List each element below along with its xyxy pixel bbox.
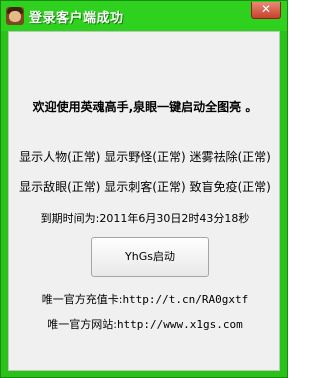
recharge-card-label: 唯一官方充值卡: (41, 293, 123, 306)
expiry-label: 到期时间为: (40, 212, 100, 225)
content-panel: 欢迎使用英魂高手,泉眼一键启动全图亮 。 显示人物(正常) 显示野怪(正常) 迷… (8, 31, 280, 371)
expiry-value: 2011年6月30日2时43分18秒 (99, 212, 250, 225)
official-site-info: 唯一官方网站:http://www.x1gs.com (9, 316, 281, 332)
close-button[interactable]: ✕ (251, 2, 281, 19)
window-title: 登录客户端成功 (29, 11, 124, 26)
title-bar[interactable]: 登录客户端成功 ✕ (1, 1, 287, 31)
app-icon (6, 7, 24, 25)
close-icon: ✕ (260, 2, 272, 16)
status-line-2: 显示敌眼(正常) 显示刺客(正常) 致盲免疫(正常) (19, 180, 271, 194)
status-line-1: 显示人物(正常) 显示野怪(正常) 迷雾祛除(正常) (19, 150, 271, 164)
recharge-card-link[interactable]: http://t.cn/RA0gxtf (122, 293, 248, 306)
official-site-label: 唯一官方网站: (47, 318, 117, 331)
recharge-card-info: 唯一官方充值卡:http://t.cn/RA0gxtf (9, 291, 281, 307)
official-site-link[interactable]: http://www.x1gs.com (117, 318, 243, 331)
welcome-message: 欢迎使用英魂高手,泉眼一键启动全图亮 。 (32, 100, 258, 114)
expiry-info: 到期时间为:2011年6月30日2时43分18秒 (9, 210, 281, 226)
login-success-window: 登录客户端成功 ✕ 欢迎使用英魂高手,泉眼一键启动全图亮 。 显示人物(正常) … (0, 0, 288, 378)
launch-button[interactable]: YhGs启动 (91, 237, 209, 277)
